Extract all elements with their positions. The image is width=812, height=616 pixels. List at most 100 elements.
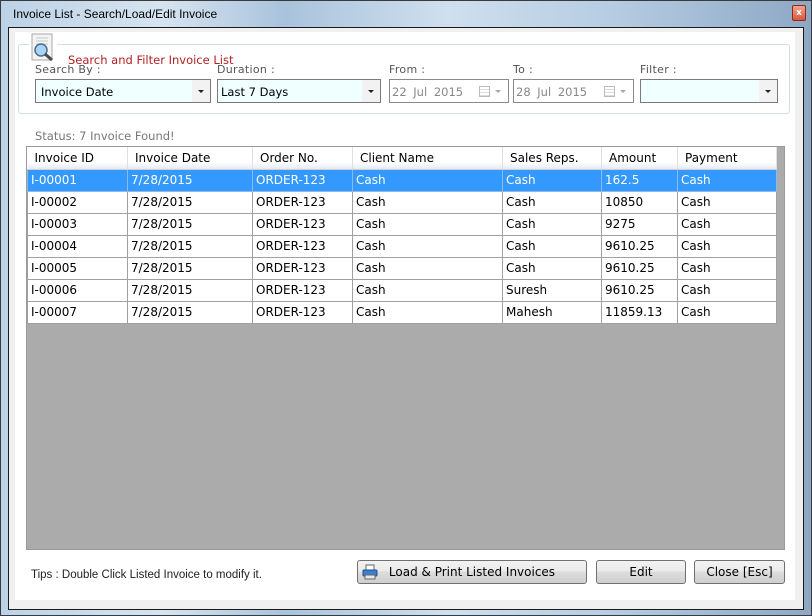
close-button[interactable]: Close [Esc] bbox=[694, 560, 785, 584]
search-document-icon bbox=[29, 33, 57, 63]
to-date-value: 28 Jul 2015 bbox=[516, 85, 588, 99]
table-cell: I-00002 bbox=[27, 191, 128, 214]
table-cell: 7/28/2015 bbox=[127, 257, 253, 280]
table-cell: I-00001 bbox=[27, 169, 128, 192]
column-header[interactable]: Sales Reps. bbox=[502, 147, 602, 170]
table-cell: I-00005 bbox=[27, 257, 128, 280]
load-print-invoices-button[interactable]: Load & Print Listed Invoices bbox=[357, 560, 587, 584]
close-icon: x bbox=[796, 8, 802, 18]
table-cell: Cash bbox=[502, 191, 602, 214]
table-cell: ORDER-123 bbox=[252, 235, 353, 258]
calendar-icon[interactable] bbox=[604, 86, 615, 97]
table-header-row: Invoice ID Invoice Date Order No. Client Na… bbox=[27, 147, 777, 170]
table-cell: Cash bbox=[502, 235, 602, 258]
to-date-picker[interactable]: 28 Jul 2015 bbox=[513, 79, 634, 103]
table-cell: Cash bbox=[352, 169, 503, 192]
filter-select[interactable] bbox=[640, 79, 778, 103]
table-cell: 10850 bbox=[601, 191, 678, 214]
table-cell: ORDER-123 bbox=[252, 169, 353, 192]
to-label: To : bbox=[513, 63, 533, 76]
table-cell: ORDER-123 bbox=[252, 213, 353, 236]
column-header[interactable]: Order No. bbox=[252, 147, 353, 170]
load-print-label: Load & Print Listed Invoices bbox=[388, 565, 556, 579]
column-header[interactable]: Amount bbox=[601, 147, 678, 170]
table-cell: Cash bbox=[677, 257, 777, 280]
table-cell: Cash bbox=[352, 191, 503, 214]
table-cell: 7/28/2015 bbox=[127, 279, 253, 302]
status-text: Status: 7 Invoice Found! bbox=[35, 129, 175, 143]
table-row[interactable]: I-00007 7/28/2015 ORDER-123 Cash Mahesh 11859… bbox=[27, 301, 777, 324]
title-bar[interactable]: Invoice List - Search/Load/Edit Invoice … bbox=[1, 1, 811, 27]
edit-button[interactable]: Edit bbox=[596, 560, 686, 584]
table-cell: I-00004 bbox=[27, 235, 128, 258]
table-cell: 7/28/2015 bbox=[127, 301, 253, 324]
table-cell: 7/28/2015 bbox=[127, 191, 253, 214]
table-cell: Cash bbox=[677, 191, 777, 214]
from-date-picker[interactable]: 22 Jul 2015 bbox=[389, 79, 509, 103]
table-row[interactable]: I-00003 7/28/2015 ORDER-123 Cash Cash 9275 Cas… bbox=[27, 213, 777, 236]
filter-label: Filter : bbox=[640, 63, 677, 76]
table-cell: I-00003 bbox=[27, 213, 128, 236]
duration-label: Duration : bbox=[217, 63, 275, 76]
table-cell: 11859.13 bbox=[601, 301, 678, 324]
chevron-down-icon[interactable] bbox=[759, 80, 777, 102]
table-row[interactable]: I-00006 7/28/2015 ORDER-123 Cash Suresh 9610.… bbox=[27, 279, 777, 302]
edit-label: Edit bbox=[629, 565, 653, 579]
table-cell: Cash bbox=[502, 169, 602, 192]
table-cell: 9610.25 bbox=[601, 279, 678, 302]
search-by-value: Invoice Date bbox=[41, 85, 114, 99]
duration-value: Last 7 Days bbox=[221, 85, 289, 99]
table-cell: ORDER-123 bbox=[252, 191, 353, 214]
table-cell: I-00006 bbox=[27, 279, 128, 302]
table-cell: Mahesh bbox=[502, 301, 602, 324]
content-panel: Search and Filter Invoice List Search By… bbox=[15, 32, 795, 600]
close-label: Close [Esc] bbox=[706, 565, 773, 579]
invoice-table: Invoice ID Invoice Date Order No. Client Na… bbox=[27, 147, 777, 324]
table-cell: ORDER-123 bbox=[252, 257, 353, 280]
invoice-list-window: Invoice List - Search/Load/Edit Invoice … bbox=[0, 0, 812, 616]
table-cell: Cash bbox=[502, 257, 602, 280]
table-cell: Cash bbox=[352, 257, 503, 280]
table-cell: Cash bbox=[677, 235, 777, 258]
table-cell: 9610.25 bbox=[601, 235, 678, 258]
printer-icon bbox=[362, 564, 378, 580]
table-cell: Cash bbox=[352, 279, 503, 302]
table-cell: Suresh bbox=[502, 279, 602, 302]
column-header[interactable]: Invoice Date bbox=[127, 147, 253, 170]
chevron-down-icon[interactable] bbox=[362, 80, 380, 102]
table-cell: ORDER-123 bbox=[252, 301, 353, 324]
table-cell: Cash bbox=[352, 235, 503, 258]
table-cell: Cash bbox=[677, 279, 777, 302]
table-cell: Cash bbox=[502, 213, 602, 236]
table-row[interactable]: I-00005 7/28/2015 ORDER-123 Cash Cash 9610.25… bbox=[27, 257, 777, 280]
invoice-grid[interactable]: Invoice ID Invoice Date Order No. Client Na… bbox=[26, 146, 785, 550]
chevron-down-icon[interactable] bbox=[620, 90, 626, 93]
table-cell: 7/28/2015 bbox=[127, 235, 253, 258]
window-client-area: Search and Filter Invoice List Search By… bbox=[8, 27, 804, 610]
from-label: From : bbox=[389, 63, 426, 76]
table-cell: Cash bbox=[677, 213, 777, 236]
table-row[interactable]: I-00004 7/28/2015 ORDER-123 Cash Cash 9610.25… bbox=[27, 235, 777, 258]
column-header[interactable]: Payment bbox=[677, 147, 777, 170]
column-header[interactable]: Client Name bbox=[352, 147, 503, 170]
table-cell: 7/28/2015 bbox=[127, 169, 253, 192]
table-cell: Cash bbox=[352, 301, 503, 324]
table-cell: 9275 bbox=[601, 213, 678, 236]
chevron-down-icon[interactable] bbox=[192, 80, 210, 102]
search-by-select[interactable]: Invoice Date bbox=[35, 79, 211, 103]
table-cell: Cash bbox=[677, 169, 777, 192]
close-window-button[interactable]: x bbox=[792, 5, 806, 21]
tips-text: Tips : Double Click Listed Invoice to mo… bbox=[31, 569, 262, 581]
table-row[interactable]: I-00002 7/28/2015 ORDER-123 Cash Cash 10850 Ca… bbox=[27, 191, 777, 214]
table-row[interactable]: I-00001 7/28/2015 ORDER-123 Cash Cash 162.5 Ca… bbox=[27, 169, 777, 192]
duration-select[interactable]: Last 7 Days bbox=[217, 79, 381, 103]
calendar-icon[interactable] bbox=[479, 86, 490, 97]
search-by-label: Search By : bbox=[35, 63, 101, 76]
table-cell: Cash bbox=[677, 301, 777, 324]
table-cell: 7/28/2015 bbox=[127, 213, 253, 236]
chevron-down-icon[interactable] bbox=[495, 90, 501, 93]
column-header[interactable]: Invoice ID bbox=[27, 147, 128, 170]
from-date-value: 22 Jul 2015 bbox=[392, 85, 464, 99]
window-title: Invoice List - Search/Load/Edit Invoice bbox=[13, 7, 218, 21]
search-filter-group: Search and Filter Invoice List Search By… bbox=[18, 44, 790, 114]
